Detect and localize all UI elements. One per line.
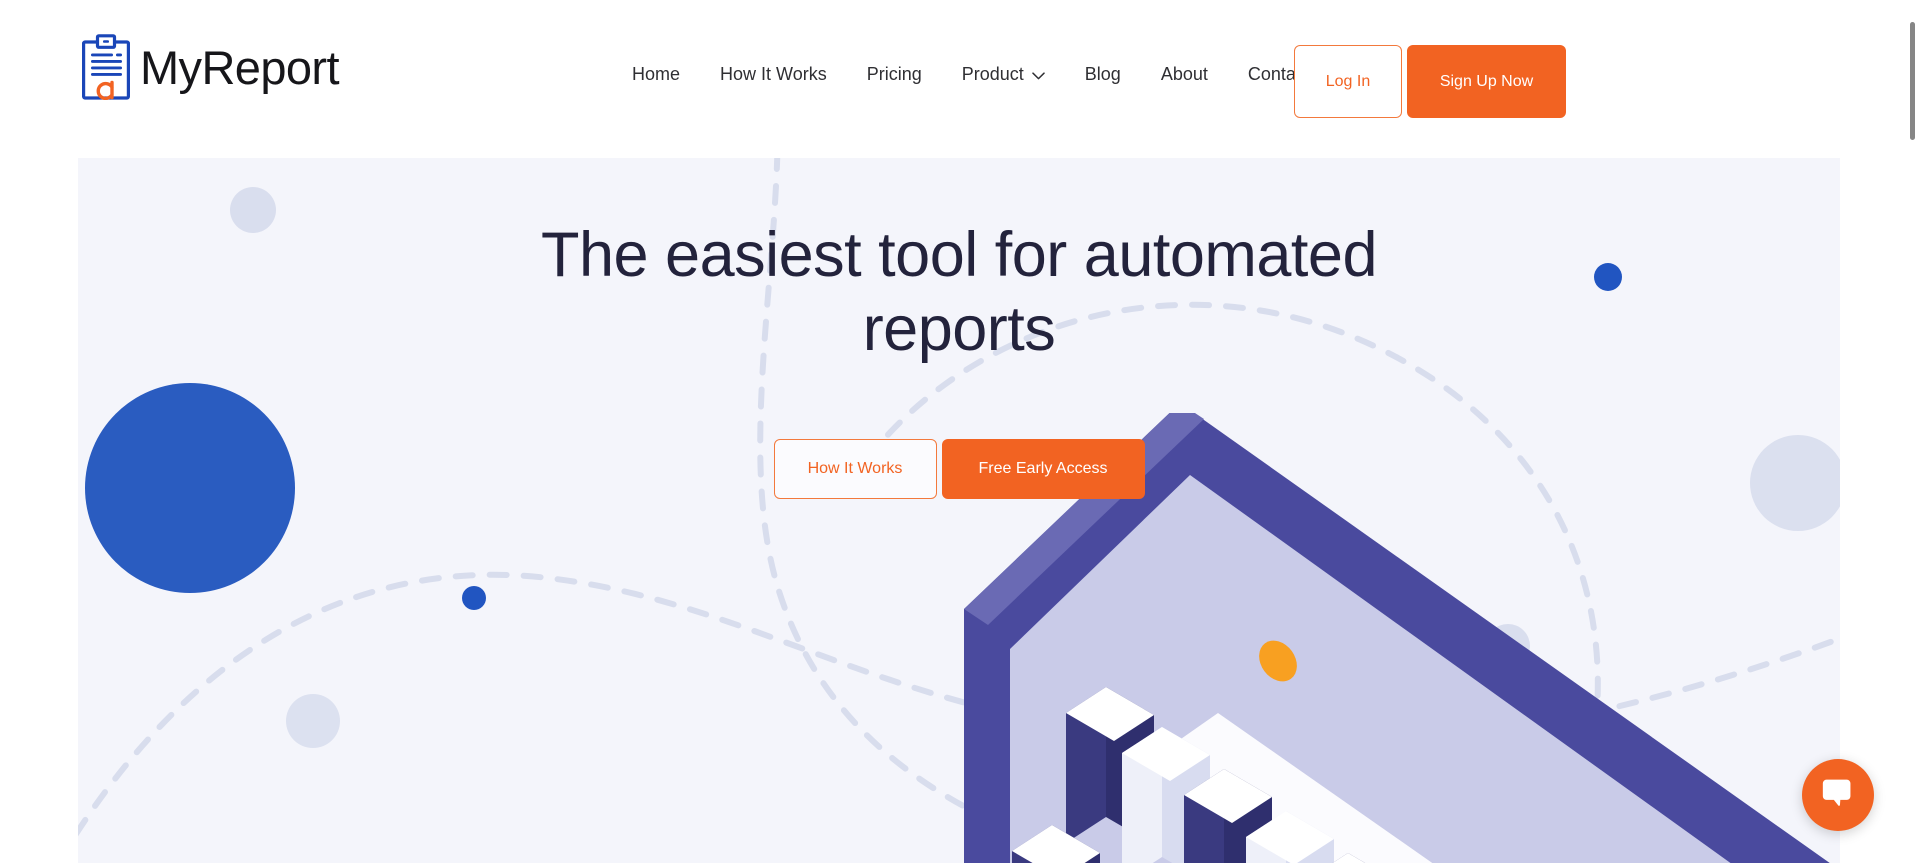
chat-bubble-icon xyxy=(1821,776,1855,815)
nav-item-home[interactable]: Home xyxy=(612,58,700,91)
hero-content: The easiest tool for automated reports H… xyxy=(78,218,1840,499)
nav-item-product[interactable]: Product xyxy=(942,58,1065,91)
vertical-scrollbar-thumb[interactable] xyxy=(1910,22,1915,140)
nav-item-pricing[interactable]: Pricing xyxy=(847,58,942,91)
brand-name: MyReport xyxy=(140,40,340,94)
free-early-access-button[interactable]: Free Early Access xyxy=(941,438,1145,499)
nav-item-about[interactable]: About xyxy=(1141,58,1228,91)
hero-section: The easiest tool for automated reports H… xyxy=(78,158,1840,863)
nav-item-how-it-works[interactable]: How It Works xyxy=(700,58,847,91)
hero-title: The easiest tool for automated reports xyxy=(541,220,1378,365)
site-header: MyReport Home How It Works Pricing Produ… xyxy=(0,0,1912,158)
nav-item-label: Blog xyxy=(1084,64,1121,84)
nav-item-blog[interactable]: Blog xyxy=(1065,58,1141,91)
decor-dot-blue-left xyxy=(462,586,486,610)
nav-item-label: How It Works xyxy=(720,64,827,84)
brand-logo[interactable]: MyReport xyxy=(82,34,340,101)
chat-widget-button[interactable] xyxy=(1802,759,1874,831)
auth-actions: Log In Sign Up Now xyxy=(1294,45,1566,118)
nav-item-label: Home xyxy=(632,64,681,84)
vertical-scrollbar-track[interactable] xyxy=(1905,0,1920,863)
primary-navigation: Home How It Works Pricing Product Blog A… xyxy=(612,58,1330,91)
nav-item-label: Pricing xyxy=(866,64,922,84)
clipboard-report-icon xyxy=(82,34,130,101)
nav-item-label: About xyxy=(1160,64,1208,84)
nav-item-label: Product xyxy=(961,64,1024,84)
log-in-button[interactable]: Log In xyxy=(1294,45,1402,118)
hero-cta-group: How It Works Free Early Access xyxy=(78,438,1840,499)
chevron-down-icon xyxy=(1032,71,1045,80)
page-root: MyReport Home How It Works Pricing Produ… xyxy=(0,0,1920,863)
decor-circle-light-bottomleft xyxy=(286,694,340,748)
how-it-works-button[interactable]: How It Works xyxy=(773,438,937,499)
sign-up-now-button[interactable]: Sign Up Now xyxy=(1407,45,1566,118)
